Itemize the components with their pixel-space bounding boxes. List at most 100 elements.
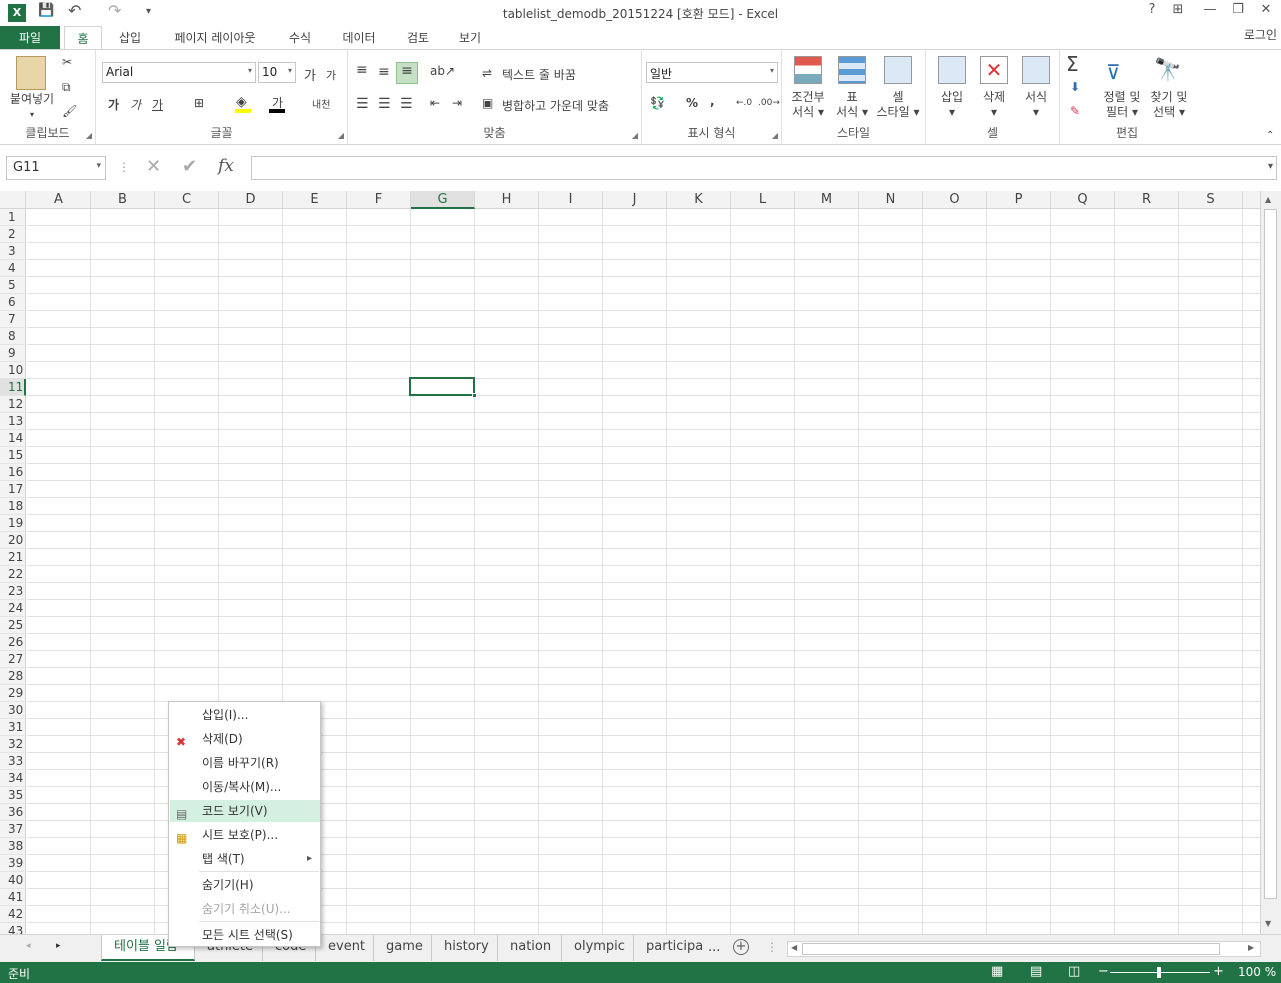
minimize-icon[interactable]: — — [1198, 2, 1222, 22]
wrap-text-button[interactable]: 텍스트 줄 바꿈 — [502, 66, 576, 83]
delete-cells-button[interactable]: 삭제 ▾ — [972, 90, 1016, 120]
ribbon-display-icon[interactable]: ⊞ — [1166, 2, 1190, 22]
align-right-icon[interactable]: ☰ — [400, 96, 413, 112]
column-header-d[interactable]: D — [219, 191, 283, 209]
page-layout-view-icon[interactable]: ▤ — [1030, 964, 1042, 979]
name-box[interactable]: G11 ▾ — [6, 156, 106, 180]
copy-icon[interactable]: ⧉ — [62, 80, 71, 95]
close-icon[interactable]: ✕ — [1254, 2, 1278, 22]
row-header-41[interactable]: 41 — [0, 889, 26, 906]
autosum-icon[interactable]: Σ — [1066, 52, 1079, 76]
column-header-q[interactable]: Q — [1051, 191, 1115, 209]
horizontal-scroll-thumb[interactable] — [802, 943, 1220, 955]
find-select-button[interactable]: 찾기 및 선택 ▾ — [1144, 90, 1194, 120]
tab-formulas[interactable]: 수식 — [278, 26, 322, 50]
row-header-20[interactable]: 20 — [0, 532, 26, 549]
tab-split-handle[interactable]: ⋮ — [766, 940, 778, 954]
row-header-22[interactable]: 22 — [0, 566, 26, 583]
row-header-35[interactable]: 35 — [0, 787, 26, 804]
tab-page-layout[interactable]: 페이지 레이아웃 — [160, 26, 270, 50]
column-header-e[interactable]: E — [283, 191, 347, 209]
sheet-tab-history[interactable]: history — [432, 935, 498, 961]
row-header-31[interactable]: 31 — [0, 719, 26, 736]
page-break-view-icon[interactable]: ◫ — [1068, 964, 1080, 979]
row-header-10[interactable]: 10 — [0, 362, 26, 379]
row-header-38[interactable]: 38 — [0, 838, 26, 855]
scroll-right-icon[interactable]: ▶ — [1248, 943, 1254, 952]
row-header-5[interactable]: 5 — [0, 277, 26, 294]
column-header-l[interactable]: L — [731, 191, 795, 209]
menu-rename[interactable]: 이름 바꾸기(R) — [170, 752, 320, 774]
select-all-corner[interactable] — [0, 191, 26, 209]
find-select-icon[interactable]: 🔭 — [1154, 58, 1181, 83]
cell-styles-button[interactable]: 셀 스타일 ▾ — [872, 90, 924, 120]
format-table-button[interactable]: 표 서식 ▾ — [830, 90, 874, 120]
formula-input[interactable]: ▾ — [251, 156, 1277, 180]
row-header-16[interactable]: 16 — [0, 464, 26, 481]
prev-sheet-icon[interactable]: ◂ — [26, 941, 31, 951]
insert-function-icon[interactable]: fx — [218, 156, 234, 176]
sheet-tab-nation[interactable]: nation — [498, 935, 562, 961]
tab-review[interactable]: 검토 — [396, 26, 440, 50]
row-header-6[interactable]: 6 — [0, 294, 26, 311]
row-header-19[interactable]: 19 — [0, 515, 26, 532]
column-header-r[interactable]: R — [1115, 191, 1179, 209]
sheet-tabs-more[interactable]: ... — [708, 940, 720, 955]
column-header-f[interactable]: F — [347, 191, 411, 209]
row-header-29[interactable]: 29 — [0, 685, 26, 702]
sheet-tab-olympic[interactable]: olympic — [562, 935, 634, 961]
decrease-indent-icon[interactable]: ⇤ — [430, 96, 440, 110]
cut-icon[interactable]: ✂ — [62, 55, 72, 69]
decrease-decimal-icon[interactable]: .00→ — [758, 98, 780, 108]
row-header-11[interactable]: 11 — [0, 379, 26, 396]
row-header-4[interactable]: 4 — [0, 260, 26, 277]
number-format-combo[interactable]: 일반 ▾ — [646, 62, 778, 83]
menu-move-copy[interactable]: 이동/복사(M)... — [170, 776, 320, 798]
column-header-i[interactable]: I — [539, 191, 603, 209]
row-header-36[interactable]: 36 — [0, 804, 26, 821]
menu-insert[interactable]: 삽입(I)... — [170, 704, 320, 726]
top-align-icon[interactable]: ≡ — [356, 62, 368, 78]
fill-handle[interactable] — [472, 393, 477, 398]
border-icon[interactable]: ⊞ — [194, 96, 204, 110]
column-header-a[interactable]: A — [27, 191, 91, 209]
paste-button[interactable]: 붙여넣기 — [4, 92, 60, 107]
row-header-28[interactable]: 28 — [0, 668, 26, 685]
maximize-icon[interactable]: ❐ — [1226, 2, 1250, 22]
zoom-level[interactable]: 100 % — [1238, 965, 1276, 979]
row-header-21[interactable]: 21 — [0, 549, 26, 566]
column-header-k[interactable]: K — [667, 191, 731, 209]
conditional-format-button[interactable]: 조건부 서식 ▾ — [784, 90, 832, 120]
phonetic-button[interactable]: 내천 — [312, 96, 330, 111]
menu-hide[interactable]: 숨기기(H) — [170, 874, 320, 896]
row-header-34[interactable]: 34 — [0, 770, 26, 787]
horizontal-scrollbar[interactable]: ◀ ▶ — [787, 941, 1261, 957]
wrap-text-icon[interactable]: ⇌ — [482, 66, 492, 80]
zoom-out-button[interactable]: − — [1098, 964, 1109, 979]
menu-view-code[interactable]: ▤ 코드 보기(V) — [170, 800, 320, 822]
fill-icon[interactable]: ⬇ — [1070, 80, 1080, 94]
scroll-up-icon[interactable]: ▲ — [1265, 195, 1271, 204]
font-size-combo[interactable]: 10 ▾ — [258, 62, 296, 83]
confirm-entry-icon[interactable]: ✔ — [182, 156, 197, 177]
normal-view-icon[interactable]: ▦ — [991, 964, 1003, 979]
help-icon[interactable]: ? — [1140, 2, 1164, 22]
row-header-1[interactable]: 1 — [0, 209, 26, 226]
menu-tab-color[interactable]: 탭 색(T) ▸ — [170, 848, 320, 870]
sign-in-link[interactable]: 로그인 — [1244, 26, 1277, 43]
row-header-33[interactable]: 33 — [0, 753, 26, 770]
column-header-g[interactable]: G — [411, 191, 475, 209]
align-left-icon[interactable]: ☰ — [356, 96, 369, 112]
format-cells-button[interactable]: 서식 ▾ — [1014, 90, 1058, 120]
cancel-entry-icon[interactable]: ✕ — [146, 156, 161, 177]
column-header-c[interactable]: C — [155, 191, 219, 209]
insert-cells-icon[interactable] — [938, 56, 966, 84]
format-painter-icon[interactable]: 🖌 — [62, 104, 77, 118]
accounting-format-icon[interactable]: 💱 — [650, 96, 665, 110]
row-header-17[interactable]: 17 — [0, 481, 26, 498]
next-sheet-icon[interactable]: ▸ — [56, 941, 61, 951]
increase-decimal-icon[interactable]: ←.0 — [736, 98, 752, 108]
row-header-42[interactable]: 42 — [0, 906, 26, 923]
paste-icon[interactable] — [16, 56, 46, 90]
paste-dropdown-icon[interactable]: ▾ — [26, 107, 38, 122]
